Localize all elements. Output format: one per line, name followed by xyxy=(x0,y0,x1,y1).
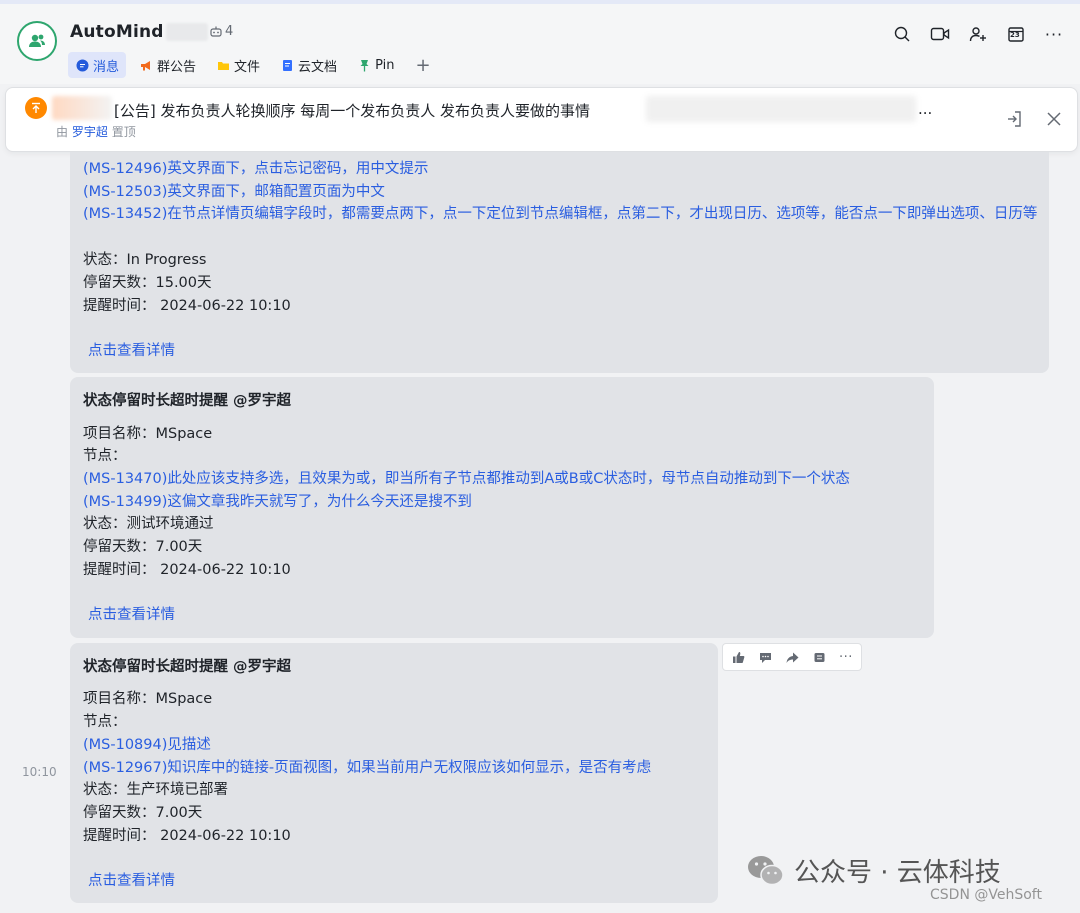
group-avatar[interactable] xyxy=(17,21,57,61)
status-text: 状态：测试环境通过 xyxy=(83,516,214,532)
search-icon[interactable] xyxy=(892,24,912,44)
csdn-watermark: CSDN @VehSoft xyxy=(930,887,1042,903)
calendar-day: 23 xyxy=(1010,31,1020,39)
blurred-region xyxy=(646,96,916,122)
chat-title[interactable]: AutoMind xyxy=(70,22,164,42)
megaphone-icon xyxy=(139,58,153,72)
pinned-by-user[interactable]: 罗宇超 xyxy=(72,125,108,139)
project-name-text: 项目名称：MSpace xyxy=(83,691,213,707)
chat-bubble-icon xyxy=(75,58,89,72)
project-name-text: 项目名称：MSpace xyxy=(83,426,213,442)
pinned-by: 由 罗宇超 置顶 xyxy=(56,125,136,139)
remind-time-text: 提醒时间： 2024-06-22 10:10 xyxy=(83,562,291,578)
remind-time-text: 提醒时间： 2024-06-22 10:10 xyxy=(83,298,291,314)
tab-label: 文件 xyxy=(234,59,261,75)
issue-link[interactable]: (MS-10894)见描述 xyxy=(83,735,211,755)
issue-link[interactable]: (MS-13499)这偏文章我昨天就写了，为什么今天还是搜不到 xyxy=(83,492,472,512)
watermark: 公众号 · 云体科技 xyxy=(746,852,1001,889)
view-details-link[interactable]: 点击查看详情 xyxy=(88,871,175,891)
folder-icon xyxy=(216,58,230,72)
thumbs-up-icon[interactable] xyxy=(729,648,747,666)
open-in-icon[interactable] xyxy=(1005,110,1023,133)
doc-icon xyxy=(280,58,294,72)
message-title: 状态停留时长超时提醒 @罗宇超 xyxy=(83,393,292,409)
tab-label: 群公告 xyxy=(157,59,197,75)
pinned-actions xyxy=(1005,110,1063,133)
view-details-link[interactable]: 点击查看详情 xyxy=(88,605,175,625)
calendar-icon[interactable]: 23 xyxy=(1006,24,1026,44)
bot-count-value: 4 xyxy=(225,24,234,39)
more-icon[interactable]: ··· xyxy=(1044,24,1064,44)
message-timestamp: 10:10 xyxy=(22,765,57,779)
pinned-ellipsis: ... xyxy=(918,100,933,118)
quote-icon[interactable] xyxy=(810,648,828,666)
group-icon xyxy=(29,34,45,47)
issue-link[interactable]: (MS-12967)知识库中的链接-页面视图，如果当前用户无权限应该如何显示，是… xyxy=(83,758,651,778)
forward-icon[interactable] xyxy=(783,648,801,666)
message-actions: ··· xyxy=(722,643,862,671)
more-icon[interactable]: ··· xyxy=(837,648,855,666)
comment-icon[interactable] xyxy=(756,648,774,666)
view-details-link[interactable]: 点击查看详情 xyxy=(88,341,175,361)
pinned-text: [公告] 发布负责人轮换顺序 每周一个发布负责人 发布负责人要做的事情 xyxy=(114,102,591,120)
add-tab-button[interactable]: + xyxy=(415,55,430,76)
remind-time-text: 提醒时间： 2024-06-22 10:10 xyxy=(83,828,291,844)
video-icon[interactable] xyxy=(930,24,950,44)
status-text: 状态：In Progress xyxy=(83,252,207,268)
add-member-icon[interactable] xyxy=(968,24,988,44)
issue-link[interactable]: (MS-12496)英文界面下，点击忘记密码，用中文提示 xyxy=(83,159,428,179)
pin-icon xyxy=(357,58,371,72)
robot-icon xyxy=(210,26,222,37)
issue-link[interactable]: (MS-12503)英文界面下，邮箱配置页面为中文 xyxy=(83,182,385,202)
message-title: 状态停留时长超时提醒 @罗宇超 xyxy=(83,659,292,675)
tab-cloud-docs[interactable]: 云文档 xyxy=(273,52,344,78)
issue-link[interactable]: (MS-13470)此处应该支持多选，且效果为或，即当所有子节点都推动到A或B或… xyxy=(83,469,850,489)
close-icon[interactable] xyxy=(1045,110,1063,133)
tab-files[interactable]: 文件 xyxy=(209,52,267,78)
pinned-up-arrow-icon xyxy=(25,97,47,119)
chat-header: AutoMind 4 23 ··· 消息 群公告 文件 云文档 Pin + xyxy=(0,0,1080,84)
blurred-region xyxy=(166,23,208,41)
tab-label: 云文档 xyxy=(298,59,338,75)
message-bubble[interactable]: 状态停留时长超时提醒 @罗宇超 项目名称：MSpace 节点： (MS-1347… xyxy=(70,377,934,638)
stay-days-text: 停留天数：7.00天 xyxy=(83,805,203,821)
wechat-logo-icon xyxy=(746,854,786,888)
tab-announcements[interactable]: 群公告 xyxy=(132,52,203,78)
issue-link[interactable]: (MS-13452)在节点详情页编辑字段时，都需要点两下，点一下定位到节点编辑框… xyxy=(83,203,1043,226)
chat-tabs: 消息 群公告 文件 云文档 Pin + xyxy=(68,52,431,78)
watermark-text: 公众号 · 云体科技 xyxy=(794,858,1001,888)
bot-count[interactable]: 4 xyxy=(209,24,233,39)
tab-messages[interactable]: 消息 xyxy=(68,52,127,78)
pinned-announcement[interactable]: [公告] 发布负责人轮换顺序 每周一个发布负责人 发布负责人要做的事情 ... … xyxy=(5,87,1078,152)
node-label: 节点： xyxy=(83,448,127,464)
message-bubble[interactable]: 状态停留时长超时提醒 @罗宇超 项目名称：MSpace 节点： (MS-1089… xyxy=(70,643,718,903)
node-label: 节点： xyxy=(83,714,127,730)
stay-days-text: 停留天数：7.00天 xyxy=(83,539,203,555)
message-bubble[interactable]: (MS-12496)英文界面下，点击忘记密码，用中文提示 (MS-12503)英… xyxy=(70,152,1049,373)
header-toolbar: 23 ··· xyxy=(892,24,1064,44)
stay-days-text: 停留天数：15.00天 xyxy=(83,275,212,291)
tab-label: Pin xyxy=(375,57,395,73)
tab-label: 消息 xyxy=(93,59,120,75)
tab-pin[interactable]: Pin xyxy=(350,52,401,78)
blurred-region xyxy=(52,96,112,120)
status-text: 状态：生产环境已部署 xyxy=(83,782,228,798)
